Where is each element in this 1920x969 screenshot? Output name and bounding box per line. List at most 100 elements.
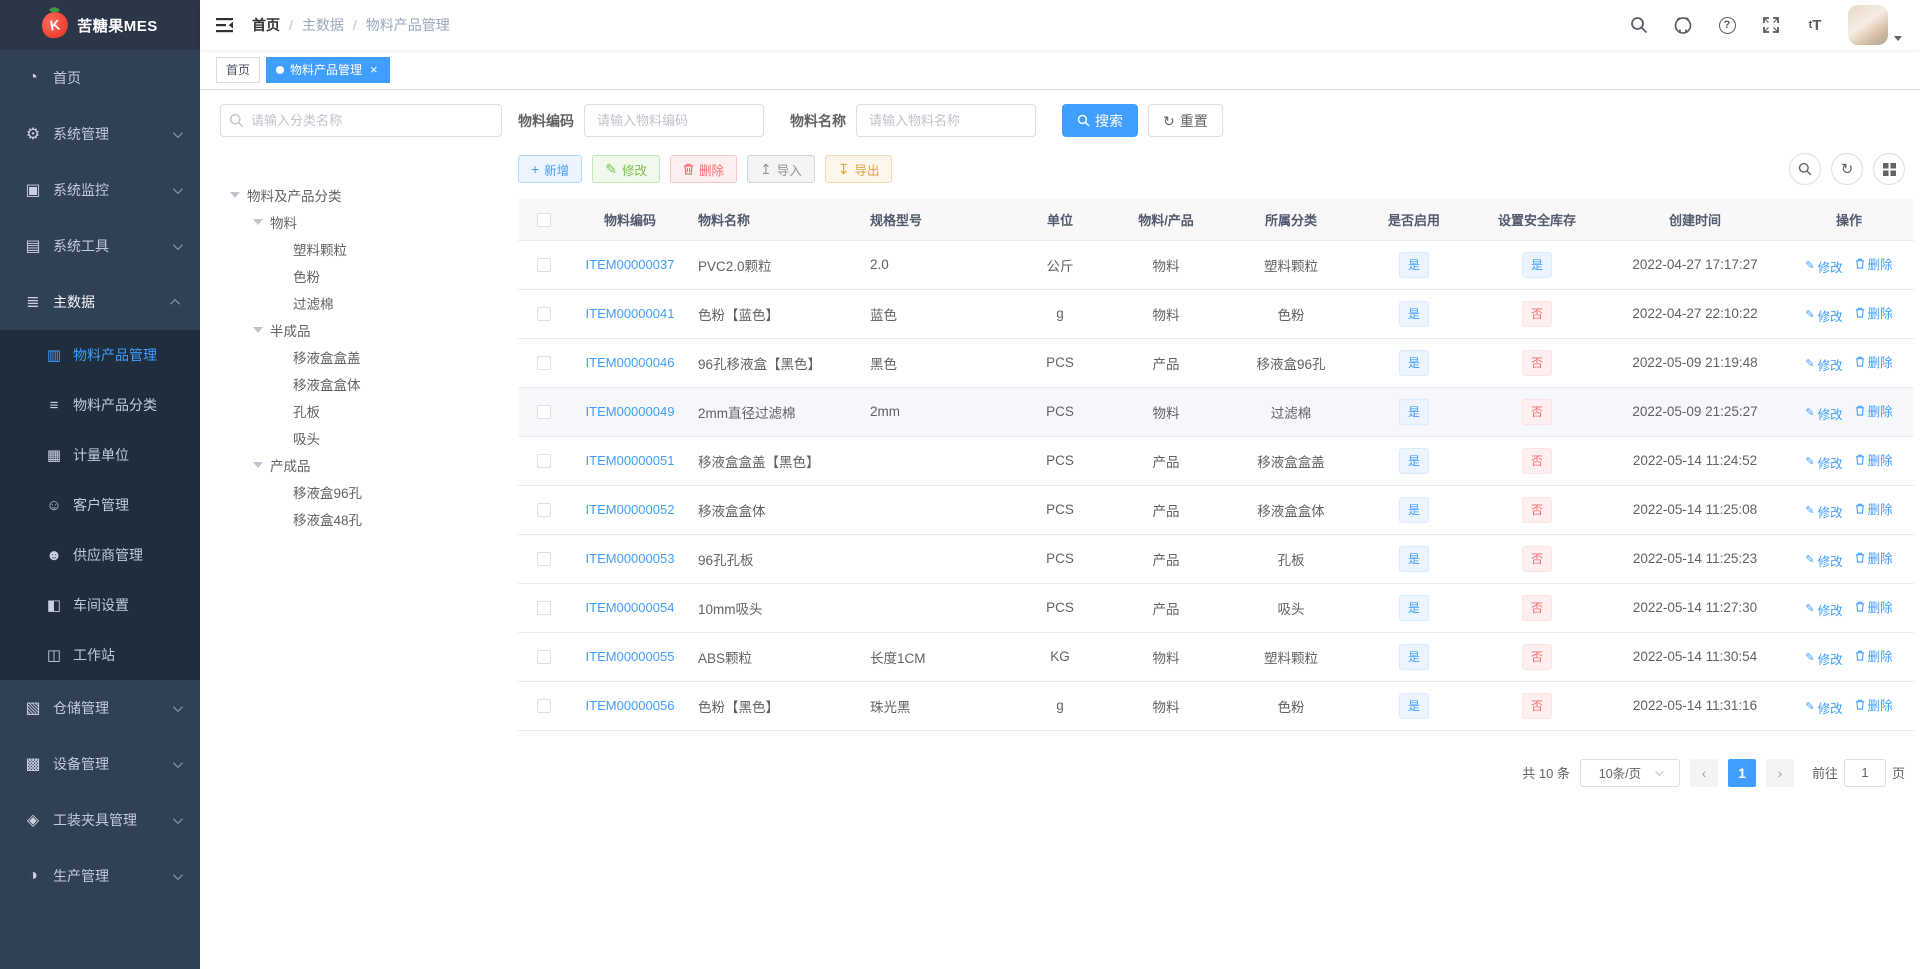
item-code-link[interactable]: ITEM00000053 bbox=[586, 551, 675, 566]
export-button[interactable]: ↧ 导出 bbox=[824, 155, 893, 183]
delete-link[interactable]: 删除 bbox=[1855, 450, 1893, 469]
row-checkbox[interactable] bbox=[537, 454, 551, 469]
delete-link[interactable]: 删除 bbox=[1855, 548, 1893, 567]
sidebar-menu-item[interactable]: ▤ 系统工具 bbox=[0, 218, 200, 274]
edit-link[interactable]: ✎ 修改 bbox=[1805, 502, 1842, 521]
row-checkbox[interactable] bbox=[537, 258, 551, 273]
add-button[interactable]: + 新增 bbox=[518, 155, 583, 183]
item-code-link[interactable]: ITEM00000037 bbox=[586, 257, 675, 272]
edit-link[interactable]: ✎ 修改 bbox=[1805, 404, 1842, 423]
edit-link[interactable]: ✎ 修改 bbox=[1805, 600, 1842, 619]
row-checkbox[interactable] bbox=[537, 503, 551, 518]
delete-link[interactable]: 删除 bbox=[1855, 646, 1893, 665]
next-page-button[interactable]: › bbox=[1765, 758, 1794, 787]
delete-link[interactable]: 删除 bbox=[1855, 401, 1893, 420]
row-checkbox[interactable] bbox=[537, 601, 551, 616]
tree-node[interactable]: 塑料颗粒 bbox=[220, 235, 502, 262]
fullscreen-icon[interactable] bbox=[1760, 14, 1782, 36]
github-icon[interactable] bbox=[1672, 14, 1694, 36]
select-all-checkbox[interactable] bbox=[537, 213, 551, 228]
sidebar-item-customer-mgmt[interactable]: ☺ 客户管理 bbox=[0, 480, 200, 530]
material-code-input[interactable] bbox=[584, 104, 764, 137]
breadcrumb-master-data[interactable]: 主数据 bbox=[302, 15, 344, 35]
sidebar-item-material-product-mgmt[interactable]: ▥ 物料产品管理 bbox=[0, 330, 200, 380]
item-code-link[interactable]: ITEM00000054 bbox=[586, 600, 675, 615]
edit-link[interactable]: ✎ 修改 bbox=[1805, 453, 1842, 472]
item-code-link[interactable]: ITEM00000041 bbox=[586, 306, 675, 321]
item-code-link[interactable]: ITEM00000046 bbox=[586, 355, 675, 370]
goto-page-input[interactable] bbox=[1843, 758, 1886, 787]
delete-link[interactable]: 删除 bbox=[1855, 254, 1893, 273]
breadcrumb-home[interactable]: 首页 bbox=[252, 15, 280, 35]
help-icon[interactable]: ? bbox=[1716, 14, 1738, 36]
tree-node[interactable]: 物料及产品分类 bbox=[220, 181, 502, 208]
font-size-icon[interactable]: tT bbox=[1804, 14, 1826, 36]
item-code-link[interactable]: ITEM00000049 bbox=[586, 404, 675, 419]
tree-node[interactable]: 移液盒盒盖 bbox=[220, 343, 502, 370]
edit-link[interactable]: ✎ 修改 bbox=[1805, 306, 1842, 325]
delete-link[interactable]: 删除 bbox=[1855, 695, 1893, 714]
prev-page-button[interactable]: ‹ bbox=[1689, 758, 1718, 787]
tree-node[interactable]: 吸头 bbox=[220, 424, 502, 451]
tree-node[interactable]: 孔板 bbox=[220, 397, 502, 424]
row-checkbox[interactable] bbox=[537, 307, 551, 322]
delete-link[interactable]: 删除 bbox=[1855, 499, 1893, 518]
refresh-icon[interactable]: ↻ bbox=[1831, 153, 1863, 185]
sidebar-item-workshop-settings[interactable]: ◧ 车间设置 bbox=[0, 580, 200, 630]
row-checkbox[interactable] bbox=[537, 552, 551, 567]
sidebar-menu-item[interactable]: ▩ 设备管理 bbox=[0, 736, 200, 792]
material-name-input[interactable] bbox=[856, 104, 1036, 137]
toggle-search-icon[interactable] bbox=[1789, 153, 1821, 185]
tree-node[interactable]: 物料 bbox=[220, 208, 502, 235]
row-checkbox[interactable] bbox=[537, 405, 551, 420]
sidebar-item-master-data[interactable]: ≣ 主数据 bbox=[0, 274, 200, 330]
tree-node[interactable]: 移液盒48孔 bbox=[220, 505, 502, 532]
sidebar-menu-item[interactable]: ▣ 系统监控 bbox=[0, 162, 200, 218]
edit-link[interactable]: ✎ 修改 bbox=[1805, 649, 1842, 668]
app-logo[interactable]: K 苦糖果MES bbox=[0, 0, 200, 50]
columns-grid-icon[interactable] bbox=[1873, 153, 1905, 185]
sidebar-item-measure-unit[interactable]: ▦ 计量单位 bbox=[0, 430, 200, 480]
search-icon[interactable] bbox=[1628, 14, 1650, 36]
reset-button[interactable]: ↻ 重置 bbox=[1148, 104, 1223, 137]
sidebar-toggle-icon[interactable] bbox=[216, 17, 236, 33]
tree-node[interactable]: 过滤棉 bbox=[220, 289, 502, 316]
delete-link[interactable]: 删除 bbox=[1855, 352, 1893, 371]
item-code-link[interactable]: ITEM00000055 bbox=[586, 649, 675, 664]
tree-node[interactable]: 半成品 bbox=[220, 316, 502, 343]
page-1-button[interactable]: 1 bbox=[1727, 758, 1756, 787]
edit-link[interactable]: ✎ 修改 bbox=[1805, 698, 1842, 717]
edit-link[interactable]: ✎ 修改 bbox=[1805, 257, 1842, 276]
edit-link[interactable]: ✎ 修改 bbox=[1805, 355, 1842, 374]
tab-home[interactable]: 首页 bbox=[216, 56, 261, 83]
tab-material-product-mgmt[interactable]: 物料产品管理 × bbox=[266, 56, 390, 83]
item-code-link[interactable]: ITEM00000051 bbox=[586, 453, 675, 468]
row-checkbox[interactable] bbox=[537, 650, 551, 665]
sidebar-menu-item[interactable]: ⚙ 系统管理 bbox=[0, 106, 200, 162]
user-menu[interactable] bbox=[1848, 5, 1902, 45]
delete-link[interactable]: 删除 bbox=[1855, 597, 1893, 616]
tree-node[interactable]: 色粉 bbox=[220, 262, 502, 289]
item-code-link[interactable]: ITEM00000052 bbox=[586, 502, 675, 517]
edit-button[interactable]: ✎ 修改 bbox=[592, 155, 660, 183]
tree-search-input[interactable] bbox=[220, 104, 502, 137]
search-button[interactable]: 搜索 bbox=[1062, 104, 1138, 137]
sidebar-menu-item[interactable]: ▧ 仓储管理 bbox=[0, 680, 200, 736]
sidebar-item-material-product-category[interactable]: ≡ 物料产品分类 bbox=[0, 380, 200, 430]
page-size-select[interactable]: 10条/页 bbox=[1579, 758, 1680, 787]
tree-node[interactable]: 移液盒96孔 bbox=[220, 478, 502, 505]
tree-node[interactable]: 产成品 bbox=[220, 451, 502, 478]
sidebar-item-workstation[interactable]: ◫ 工作站 bbox=[0, 630, 200, 680]
sidebar-item-supplier-mgmt[interactable]: ☻ 供应商管理 bbox=[0, 530, 200, 580]
edit-link[interactable]: ✎ 修改 bbox=[1805, 551, 1842, 570]
sidebar-menu-item[interactable]: ◔ 首页 bbox=[0, 50, 200, 106]
row-checkbox[interactable] bbox=[537, 699, 551, 714]
import-button[interactable]: ↥ 导入 bbox=[746, 155, 815, 183]
sidebar-menu-item[interactable]: ◈ 工装夹具管理 bbox=[0, 792, 200, 848]
tree-node[interactable]: 移液盒盒体 bbox=[220, 370, 502, 397]
row-checkbox[interactable] bbox=[537, 356, 551, 371]
delete-link[interactable]: 删除 bbox=[1855, 303, 1893, 322]
avatar[interactable] bbox=[1848, 5, 1888, 45]
item-code-link[interactable]: ITEM00000056 bbox=[586, 698, 675, 713]
close-icon[interactable]: × bbox=[368, 62, 380, 77]
